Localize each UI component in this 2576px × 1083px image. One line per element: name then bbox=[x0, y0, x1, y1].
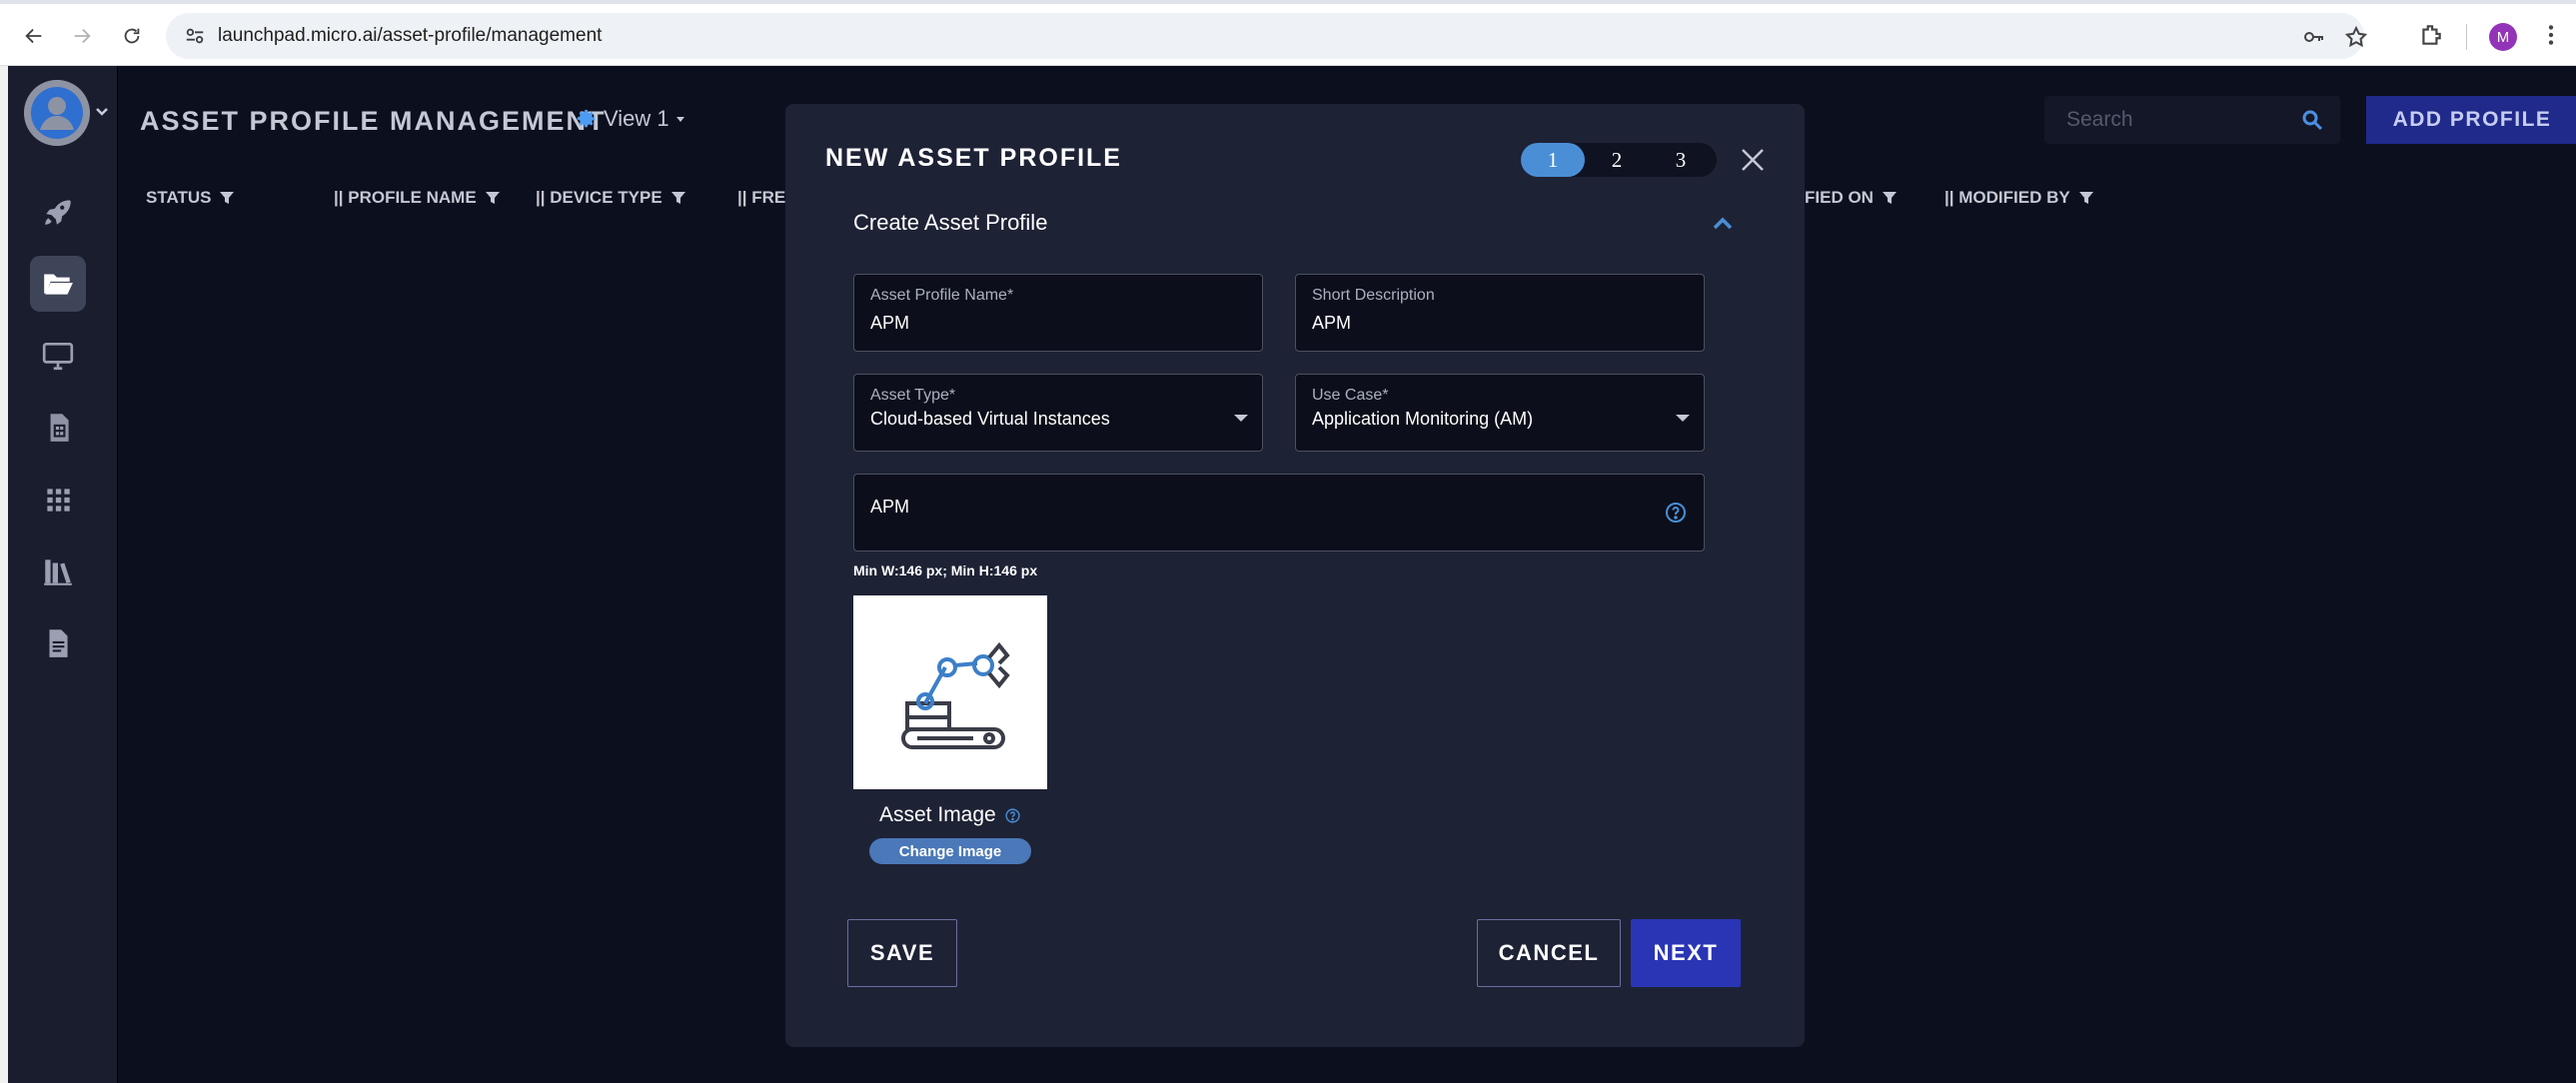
field-value: Application Monitoring (AM) bbox=[1312, 409, 1534, 429]
bookmark-star-icon[interactable] bbox=[2344, 25, 2368, 49]
caret-down-icon bbox=[675, 117, 684, 122]
filter-icon[interactable] bbox=[1882, 190, 1898, 206]
dropdown-caret-icon[interactable] bbox=[1676, 415, 1690, 422]
gear-icon bbox=[577, 109, 596, 128]
url-text[interactable]: launchpad.micro.ai/asset-profile/managem… bbox=[218, 25, 602, 47]
change-image-button[interactable]: Change Image bbox=[869, 838, 1031, 864]
field-label: Asset Profile Name* bbox=[870, 287, 1014, 304]
column-label: STATUS bbox=[146, 188, 212, 207]
next-button[interactable]: NEXT bbox=[1631, 919, 1741, 987]
sidebar bbox=[8, 66, 118, 1083]
asset-profile-name-field[interactable]: Asset Profile Name* APM bbox=[853, 274, 1263, 352]
chevron-down-icon[interactable] bbox=[94, 104, 110, 120]
close-icon[interactable] bbox=[1737, 144, 1769, 176]
filter-icon[interactable] bbox=[485, 190, 501, 206]
forward-icon[interactable] bbox=[64, 18, 100, 54]
site-settings-icon[interactable] bbox=[184, 25, 206, 47]
sidebar-item-documents[interactable] bbox=[30, 615, 86, 671]
field-label: Short Description bbox=[1312, 287, 1435, 304]
toolbar-divider bbox=[2466, 24, 2467, 50]
extensions-icon[interactable] bbox=[2418, 22, 2444, 48]
books-icon bbox=[44, 559, 72, 585]
field-value: Cloud-based Virtual Instances bbox=[870, 409, 1110, 429]
help-icon[interactable] bbox=[1664, 501, 1688, 525]
more-menu-icon[interactable] bbox=[2538, 22, 2564, 48]
sidebar-item-library[interactable] bbox=[30, 543, 86, 599]
field-label: Asset Type* bbox=[870, 387, 956, 404]
column-label: || PROFILE NAME bbox=[334, 188, 477, 207]
filter-icon[interactable] bbox=[670, 190, 686, 206]
sidebar-item-apps[interactable] bbox=[30, 472, 86, 528]
desktop-icon bbox=[42, 342, 74, 371]
column-header-modified-by[interactable]: || MODIFIED BY bbox=[1944, 188, 2094, 208]
step-3[interactable]: 3 bbox=[1649, 143, 1713, 177]
asset-type-select[interactable]: Asset Type* Cloud-based Virtual Instance… bbox=[853, 374, 1263, 452]
column-header-device-type[interactable]: || DEVICE TYPE bbox=[536, 188, 686, 208]
help-icon[interactable] bbox=[1004, 807, 1021, 824]
sidebar-item-profiles[interactable] bbox=[30, 256, 86, 312]
image-size-note: Min W:146 px; Min H:146 px bbox=[853, 562, 1038, 578]
search-icon[interactable] bbox=[2300, 108, 2324, 132]
column-header-profile-name[interactable]: || PROFILE NAME bbox=[334, 188, 501, 208]
abbreviation-field[interactable]: APM bbox=[853, 474, 1705, 551]
add-profile-button[interactable]: ADD PROFILE bbox=[2366, 96, 2576, 144]
folder-open-icon bbox=[44, 274, 73, 295]
view-label: View 1 bbox=[604, 106, 669, 131]
step-indicator: 1 2 3 bbox=[1521, 143, 1717, 177]
address-bar[interactable]: launchpad.micro.ai/asset-profile/managem… bbox=[166, 13, 2368, 59]
modal-title: NEW ASSET PROFILE bbox=[825, 144, 1122, 172]
user-icon bbox=[24, 80, 90, 146]
sidebar-item-rocket[interactable] bbox=[30, 184, 86, 240]
rocket-icon bbox=[45, 200, 71, 225]
field-value[interactable]: APM bbox=[870, 497, 909, 518]
key-icon[interactable] bbox=[2302, 25, 2326, 49]
asset-image-label: Asset Image bbox=[879, 803, 1021, 827]
asset-image-preview bbox=[853, 595, 1047, 789]
column-label: || MODIFIED BY bbox=[1944, 188, 2070, 207]
document-icon bbox=[49, 629, 68, 657]
sim-card-icon bbox=[50, 414, 69, 442]
dropdown-caret-icon[interactable] bbox=[1234, 415, 1248, 422]
filter-icon[interactable] bbox=[2078, 190, 2094, 206]
window-edge bbox=[0, 66, 8, 1083]
browser-profile-avatar[interactable]: M bbox=[2489, 23, 2517, 51]
cancel-button[interactable]: CANCEL bbox=[1477, 919, 1621, 987]
new-asset-profile-modal: NEW ASSET PROFILE 1 2 3 Create Asset Pro… bbox=[785, 104, 1805, 1047]
reload-icon[interactable] bbox=[114, 18, 150, 54]
filter-icon[interactable] bbox=[219, 190, 235, 206]
search-input[interactable] bbox=[2044, 96, 2294, 144]
page-title: ASSET PROFILE MANAGEMENT bbox=[140, 106, 607, 136]
section-title: Create Asset Profile bbox=[853, 210, 1048, 235]
column-header-modified-on[interactable]: FIED ON bbox=[1805, 188, 1898, 208]
sidebar-item-devices[interactable] bbox=[30, 328, 86, 384]
column-label: || DEVICE TYPE bbox=[536, 188, 662, 207]
user-avatar[interactable] bbox=[24, 80, 90, 146]
chevron-up-icon[interactable] bbox=[1709, 210, 1737, 238]
column-header-status[interactable]: STATUS bbox=[146, 188, 235, 208]
step-1[interactable]: 1 bbox=[1521, 143, 1585, 177]
view-selector[interactable]: View 1 bbox=[576, 106, 685, 132]
short-description-field[interactable]: Short Description APM bbox=[1295, 274, 1705, 352]
browser-chrome: launchpad.micro.ai/asset-profile/managem… bbox=[0, 0, 2576, 66]
grid-icon bbox=[47, 489, 70, 512]
sidebar-item-sim[interactable] bbox=[30, 400, 86, 456]
search-box bbox=[2044, 96, 2340, 144]
save-button[interactable]: SAVE bbox=[847, 919, 957, 987]
use-case-select[interactable]: Use Case* Application Monitoring (AM) bbox=[1295, 374, 1705, 452]
field-label: Use Case* bbox=[1312, 387, 1389, 404]
back-icon[interactable] bbox=[16, 18, 52, 54]
column-label: FIED ON bbox=[1805, 188, 1874, 207]
field-value[interactable]: APM bbox=[1312, 313, 1351, 334]
robot-arm-icon bbox=[901, 641, 1010, 749]
field-value[interactable]: APM bbox=[870, 313, 909, 334]
asset-image-text: Asset Image bbox=[879, 803, 996, 826]
step-2[interactable]: 2 bbox=[1585, 143, 1649, 177]
